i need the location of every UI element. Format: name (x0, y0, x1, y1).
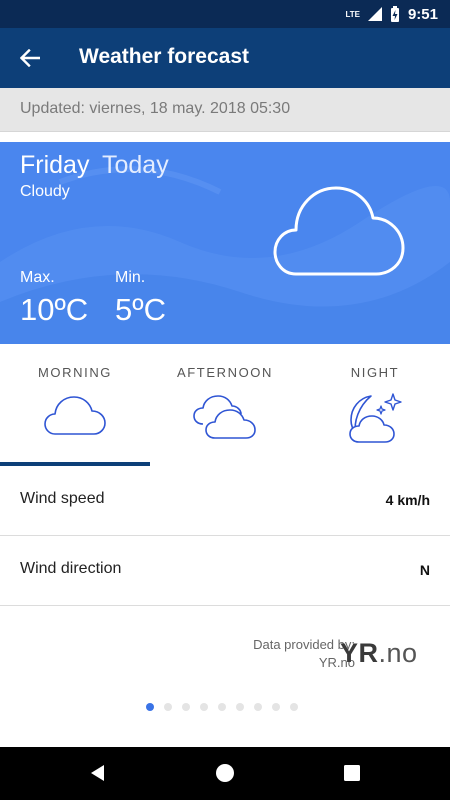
max-temp-value: 10ºC (20, 292, 89, 327)
page-title: Weather forecast (79, 45, 250, 68)
day-period-tabs: MORNING AFTERNOON NIGHT (0, 344, 450, 466)
detail-row-wind-direction: Wind direction N (0, 536, 450, 606)
page-dot[interactable] (272, 703, 280, 711)
moon-stars-cloud-icon (349, 393, 402, 443)
forecast-day: Friday (20, 151, 90, 179)
battery-charging-icon (390, 6, 399, 22)
wind-direction-label: Wind direction (20, 560, 122, 577)
status-icons: LTE 9:51 (345, 0, 438, 28)
nav-back-icon[interactable] (84, 759, 112, 787)
yr-logo-bold: YR (340, 638, 379, 668)
status-time: 9:51 (407, 5, 438, 23)
forecast-hero: Friday Today Cloudy Max. Min. 10ºC 5ºC (0, 142, 450, 344)
back-button[interactable] (12, 40, 48, 76)
min-temp-value: 5ºC (115, 292, 166, 327)
provider-credit-line1: Data provided by: (253, 637, 355, 652)
arrow-back-icon (20, 49, 40, 67)
signal-icon (367, 7, 382, 21)
updated-timestamp: Updated: viernes, 18 may. 2018 05:30 (20, 100, 291, 117)
forecast-relative-day: Today (102, 151, 169, 179)
wind-speed-label: Wind speed (20, 490, 105, 507)
forecast-condition: Cloudy (20, 183, 70, 200)
cloud-icon (273, 186, 405, 276)
nav-home-icon[interactable] (211, 759, 239, 787)
tab-night-label: NIGHT (350, 365, 400, 380)
status-bar: LTE 9:51 (0, 0, 450, 28)
page-dot[interactable] (182, 703, 190, 711)
page-dot[interactable] (290, 703, 298, 711)
tab-night[interactable]: NIGHT (300, 344, 450, 466)
system-nav-bar (0, 747, 450, 800)
tab-morning-label: MORNING (37, 365, 113, 380)
min-temp-label: Min. (115, 269, 146, 286)
page-indicator (146, 703, 298, 711)
page-dot[interactable] (218, 703, 226, 711)
tab-morning[interactable]: MORNING (0, 344, 150, 466)
wind-direction-value: N (419, 562, 430, 578)
yr-logo[interactable]: YR.no (340, 638, 418, 669)
updated-bar: Updated: viernes, 18 may. 2018 05:30 (0, 88, 450, 132)
provider-credit: Data provided by: YR.no (200, 636, 355, 672)
page-dot[interactable] (164, 703, 172, 711)
detail-row-wind-speed: Wind speed 4 km/h (0, 466, 450, 536)
page-dot[interactable] (146, 703, 154, 711)
page-dot[interactable] (200, 703, 208, 711)
page-dot[interactable] (254, 703, 262, 711)
tab-afternoon-label: AFTERNOON (176, 365, 273, 380)
cloud-icon (44, 396, 106, 435)
max-temp-label: Max. (20, 269, 55, 286)
lte-label: LTE (345, 9, 360, 19)
provider-credit-line2: YR.no (318, 655, 355, 670)
nav-recents-icon[interactable] (338, 759, 366, 787)
wind-speed-value: 4 km/h (385, 492, 430, 508)
app-bar: Weather forecast (0, 28, 450, 88)
page-dot[interactable] (236, 703, 244, 711)
yr-logo-rest: .no (378, 638, 418, 668)
tab-afternoon[interactable]: AFTERNOON (150, 344, 300, 466)
clouds-icon (193, 395, 256, 439)
